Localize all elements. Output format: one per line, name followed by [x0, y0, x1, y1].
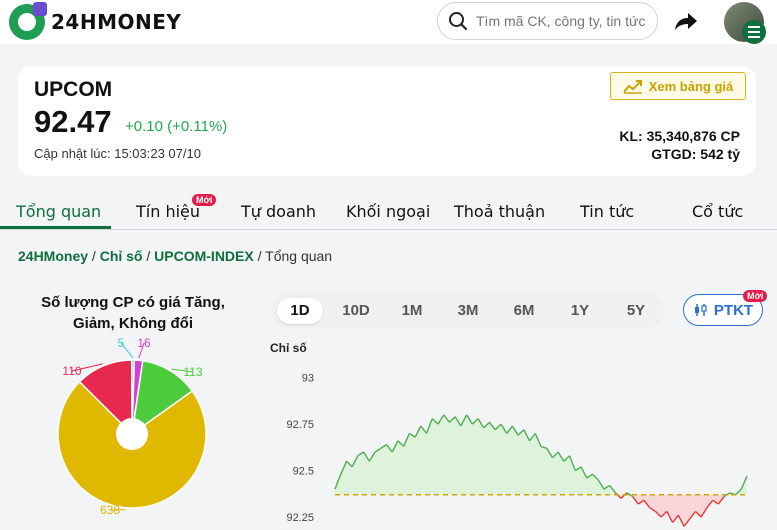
ptkt-label: PTKT: [713, 301, 754, 319]
search-input[interactable]: [476, 13, 651, 29]
tab-proprietary[interactable]: Tự doanh: [241, 202, 316, 221]
logo-icon: [9, 2, 47, 40]
y-tick-label: 93: [302, 373, 314, 385]
pie-slice-label: 16: [137, 336, 151, 350]
range-3m-button[interactable]: 3M: [445, 298, 491, 324]
area-below-reference: [335, 494, 747, 527]
pie-slice-label: 110: [62, 364, 81, 378]
y-tick-label: 92.5: [293, 466, 314, 478]
pie-title: Số lượng CP có giá Tăng, Giảm, Không đổi: [24, 292, 242, 334]
volume-text: KL: 35,340,876 CP: [619, 128, 740, 144]
tab-negotiated[interactable]: Thoả thuận: [454, 202, 545, 221]
area-above-reference: [335, 414, 747, 495]
index-change: +0.10 (+0.11%): [125, 118, 228, 135]
breadcrumb-index[interactable]: UPCOM-INDEX: [154, 248, 254, 264]
view-price-board-button[interactable]: Xem bảng giá: [610, 72, 746, 100]
trade-value-text: GTGD: 542 tỷ: [651, 146, 740, 162]
pie-slice-label: 5: [118, 336, 125, 350]
index-intraday-chart: Chỉ số 93 92.75 92.5 92.25: [270, 341, 748, 527]
y-axis-label: Chỉ số: [270, 341, 307, 355]
pie-slice-label: 113: [183, 365, 202, 379]
new-badge: Mới: [192, 194, 217, 206]
pie-hole: [116, 418, 148, 450]
range-1m-button[interactable]: 1M: [389, 298, 435, 324]
range-10d-button[interactable]: 10D: [333, 298, 379, 324]
advance-decline-pie-chart: 638 110 5 16 113: [57, 336, 207, 517]
range-1y-button[interactable]: 1Y: [557, 298, 603, 324]
range-1d-button[interactable]: 1D: [277, 298, 323, 324]
tab-news[interactable]: Tin tức: [580, 202, 634, 221]
breadcrumb-separator: /: [257, 248, 262, 264]
tab-foreign[interactable]: Khối ngoại: [346, 202, 430, 221]
range-selector: 1D 10D 1M 3M 6M 1Y 5Y: [271, 293, 664, 328]
breadcrumb-separator: /: [91, 248, 96, 264]
ptkt-new-badge: Mới: [743, 290, 768, 302]
chart-up-icon: [622, 80, 642, 94]
tab-dividends[interactable]: Cổ tức: [692, 202, 743, 221]
tab-bar: Tổng quan Tín hiệu Mới Tự doanh Khối ngo…: [0, 190, 777, 230]
y-tick-label: 92.25: [286, 512, 314, 524]
update-time: Cập nhật lúc: 15:03:23 07/10: [34, 146, 201, 161]
y-tick-label: 92.75: [286, 419, 314, 431]
index-value: 92.47: [34, 104, 112, 139]
index-name: UPCOM: [34, 78, 113, 101]
breadcrumb-current: Tổng quan: [265, 248, 333, 264]
logo[interactable]: 24HMONEY: [9, 2, 182, 40]
search-box[interactable]: [437, 2, 658, 40]
view-price-board-label: Xem bảng giá: [648, 78, 734, 94]
logo-text: 24HMONEY: [51, 10, 182, 34]
tab-overview[interactable]: Tổng quan: [16, 202, 101, 221]
breadcrumb-section[interactable]: Chỉ số: [100, 248, 143, 264]
index-summary-card: UPCOM 92.47 +0.10 (+0.11%) Cập nhật lúc:…: [18, 66, 756, 176]
range-5y-button[interactable]: 5Y: [613, 298, 659, 324]
active-tab-indicator: [0, 226, 111, 229]
candlestick-icon: [694, 304, 707, 316]
tab-signals[interactable]: Tín hiệu: [136, 202, 200, 221]
top-bar: 24HMONEY: [0, 0, 777, 44]
range-6m-button[interactable]: 6M: [501, 298, 547, 324]
breadcrumb-separator: /: [146, 248, 151, 264]
menu-icon[interactable]: [742, 20, 766, 44]
share-icon[interactable]: [673, 8, 699, 34]
pie-slice-label: 638: [100, 503, 120, 517]
pie-title-line: Số lượng CP có giá Tăng,: [41, 294, 225, 311]
search-icon: [449, 12, 468, 31]
breadcrumb-home[interactable]: 24HMoney: [18, 248, 88, 264]
breadcrumb: 24HMoney / Chỉ số / UPCOM-INDEX / Tổng q…: [18, 248, 332, 264]
